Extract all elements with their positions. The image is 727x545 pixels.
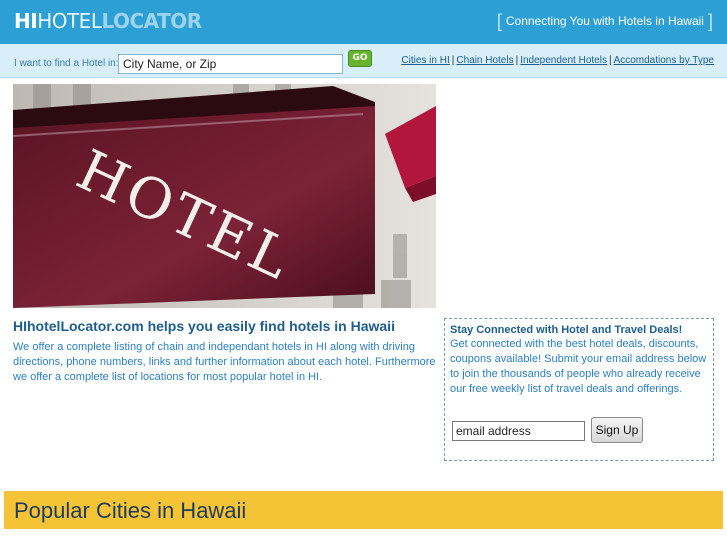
main-description: We offer a complete listing of chain and… xyxy=(13,341,436,383)
nav-links: Cities in HI | Chain Hotels | Independent Ho… xyxy=(401,55,714,66)
site-header: HIHOTELLOCATOR [Connecting You with Hote… xyxy=(0,0,727,44)
hero-image: HOTEL xyxy=(13,84,436,308)
main-heading: HIhotelLocator.com helps you easily find… xyxy=(13,318,395,334)
hotel-sign-illustration: HOTEL xyxy=(13,84,436,308)
nav-link-accommodations[interactable]: Accomdations by Type xyxy=(614,55,714,66)
logo-part-locator: LOCATOR xyxy=(101,9,202,33)
sign-up-button[interactable]: Sign Up xyxy=(591,417,643,443)
signup-title: Stay Connected with Hotel and Travel Dea… xyxy=(450,324,683,336)
tagline-text: Connecting You with Hotels in Hawaii xyxy=(505,14,704,28)
search-label: I want to find a Hotel in: xyxy=(14,58,119,69)
nav-separator: | xyxy=(608,55,612,66)
nav-link-independent-hotels[interactable]: Independent Hotels xyxy=(520,55,607,66)
bracket-right-icon: ] xyxy=(707,11,713,31)
go-button[interactable]: GO xyxy=(348,50,372,67)
ad-space xyxy=(445,84,715,308)
popular-cities-banner: Popular Cities in Hawaii xyxy=(4,491,723,529)
header-tagline: [Connecting You with Hotels in Hawaii] xyxy=(493,10,717,32)
newsletter-signup-box: Stay Connected with Hotel and Travel Dea… xyxy=(444,318,714,461)
signup-description: Get connected with the best hotel deals,… xyxy=(450,338,707,395)
nav-link-cities[interactable]: Cities in HI xyxy=(401,55,449,66)
nav-separator: | xyxy=(451,55,455,66)
search-bar: I want to find a Hotel in: GO Cities in … xyxy=(0,44,727,78)
nav-separator: | xyxy=(515,55,519,66)
bracket-left-icon: [ xyxy=(496,11,502,31)
nav-link-chain-hotels[interactable]: Chain Hotels xyxy=(456,55,513,66)
search-input[interactable] xyxy=(118,54,343,74)
popular-cities-title: Popular Cities in Hawaii xyxy=(14,498,247,523)
logo-part-hotel: HOTEL xyxy=(37,9,102,33)
email-input[interactable] xyxy=(452,421,585,441)
logo-part-hi: HI xyxy=(14,9,38,33)
site-logo[interactable]: HIHOTELLOCATOR xyxy=(14,9,202,33)
